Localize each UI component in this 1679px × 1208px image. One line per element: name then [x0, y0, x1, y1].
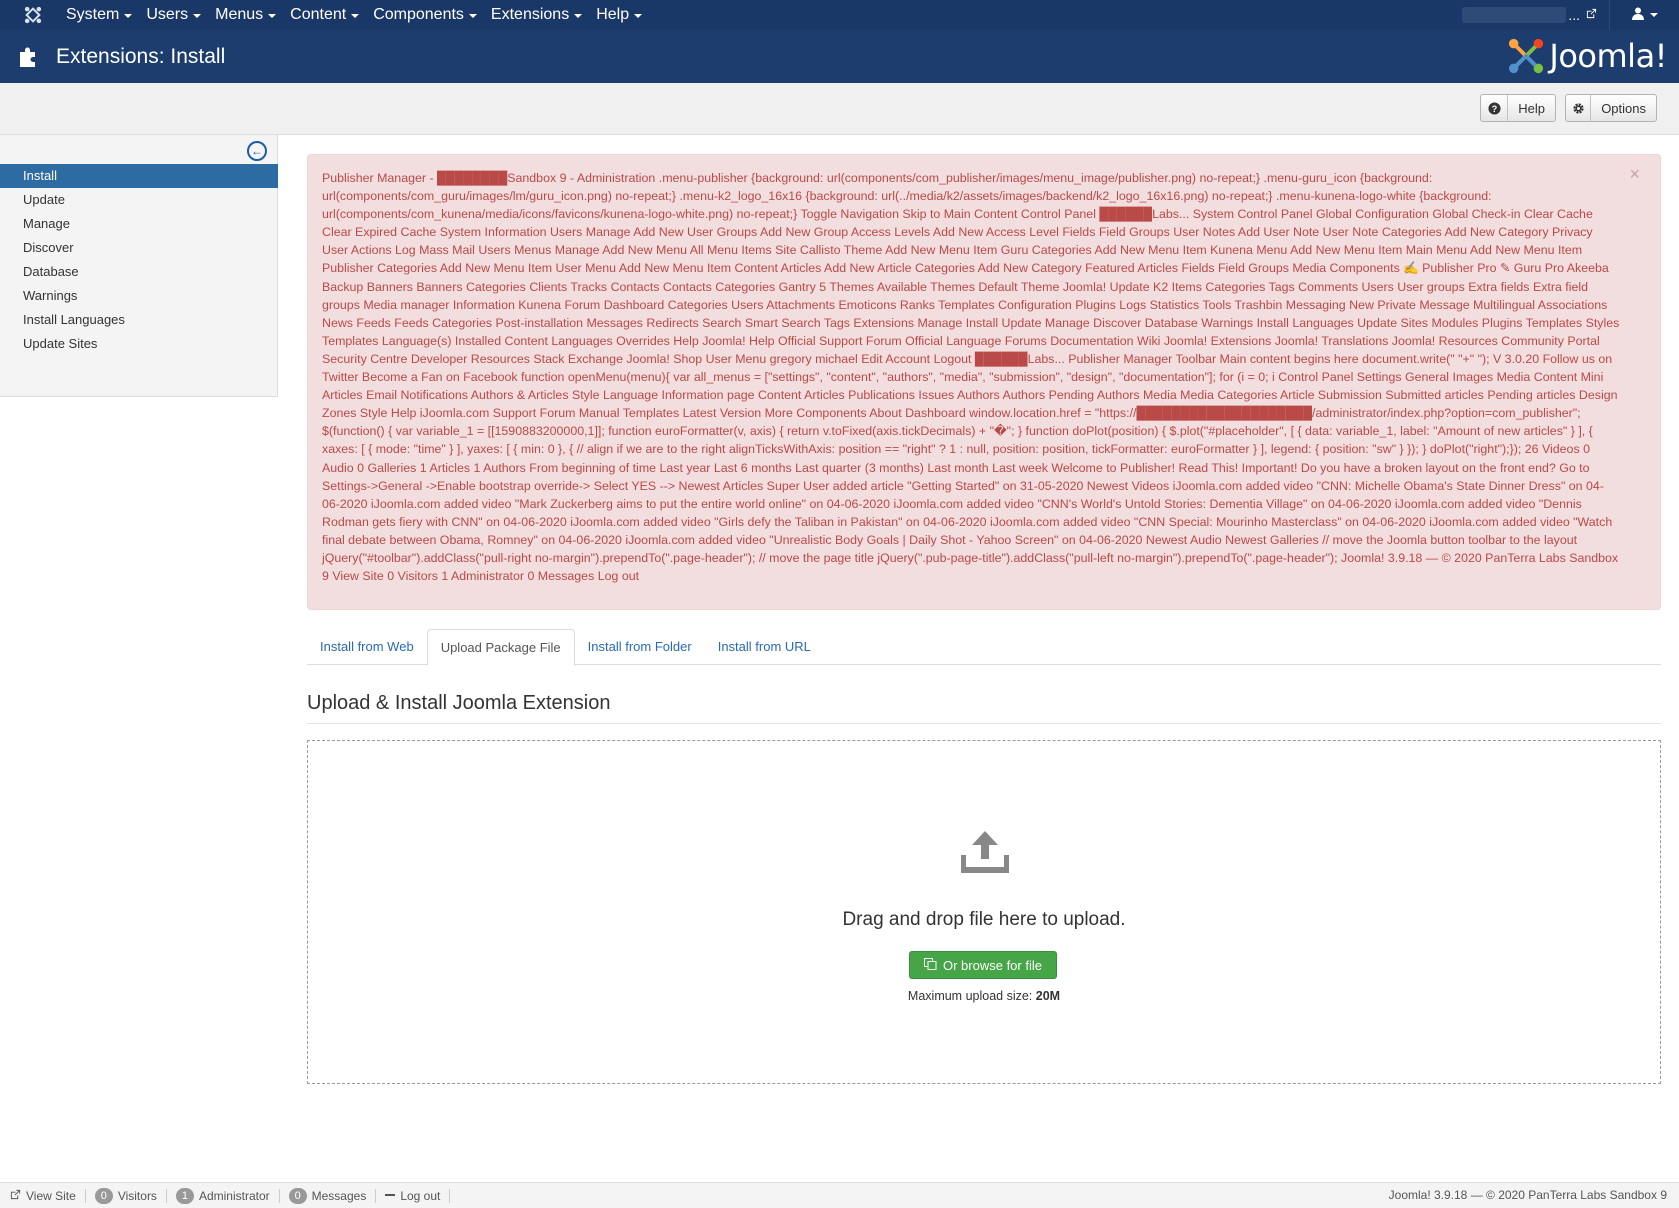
menu-label: Components — [373, 6, 464, 23]
tab-install-from-url[interactable]: Install from URL — [705, 629, 824, 665]
joomla-brand-icon — [1509, 38, 1544, 74]
max-upload-label: Maximum upload size: — [907, 989, 1036, 1003]
drag-drop-text: Drag and drop file here to upload. — [842, 909, 1126, 930]
menu-system[interactable]: System — [66, 0, 146, 30]
menu-label: Help — [596, 6, 630, 23]
collapse-sidebar-icon[interactable]: ← — [247, 141, 267, 161]
browse-file-button[interactable]: Or browse for file — [909, 951, 1057, 979]
logout-label: Log out — [400, 1188, 441, 1203]
minus-icon — [385, 1189, 396, 1203]
site-link[interactable]: ... — [1462, 0, 1609, 30]
joomla-logo-icon[interactable] — [0, 0, 66, 30]
menu-label: Menus — [215, 6, 264, 23]
menu-content[interactable]: Content — [290, 0, 373, 30]
sidebar-item-install-languages[interactable]: Install Languages — [0, 308, 278, 332]
options-button[interactable]: Options — [1565, 94, 1657, 122]
footer-copyright: Joomla! 3.9.18 — © 2020 PanTerra Labs Sa… — [1388, 1188, 1667, 1202]
sidebar-item-warnings[interactable]: Warnings — [0, 284, 278, 308]
close-icon[interactable]: × — [1629, 165, 1640, 183]
user-icon — [1631, 7, 1644, 23]
logout-link[interactable]: Log out — [376, 1188, 451, 1203]
question-icon: ? — [1481, 95, 1509, 121]
caret-down-icon — [351, 14, 360, 18]
sidebar: ← Install Update Manage Discover Databas… — [0, 135, 278, 397]
tab-upload-package-file[interactable]: Upload Package File — [426, 629, 575, 666]
administrator-status[interactable]: 1 Administrator — [167, 1187, 280, 1204]
menu-label: Extensions — [490, 6, 570, 23]
top-navbar: System Users Menus Content Components Ex… — [0, 0, 1679, 30]
joomla-brand-logo: Joomla! — [1507, 36, 1667, 76]
admin-badge: 1 — [175, 1187, 194, 1204]
gear-icon — [1566, 95, 1592, 121]
menu-components[interactable]: Components — [373, 0, 491, 30]
external-link-icon — [10, 1189, 21, 1203]
visitors-label: Visitors — [117, 1188, 157, 1203]
max-upload-value: 20M — [1035, 989, 1061, 1003]
max-upload-size: Maximum upload size: 20M — [308, 989, 1660, 1003]
menu-menus[interactable]: Menus — [215, 0, 290, 30]
puzzle-icon — [0, 30, 56, 83]
status-bar: View Site 0 Visitors 1 Administrator 0 M… — [0, 1182, 1679, 1208]
copy-icon — [924, 957, 937, 973]
caret-down-icon — [634, 14, 643, 18]
install-tabs: Install from Web Upload Package File Ins… — [307, 629, 1661, 666]
visitors-status[interactable]: 0 Visitors — [86, 1187, 167, 1204]
user-menu[interactable] — [1609, 0, 1679, 30]
caret-down-icon — [268, 14, 277, 18]
svg-text:?: ? — [1491, 103, 1497, 113]
view-site-label: View Site — [26, 1188, 76, 1203]
site-label: ... — [1568, 7, 1580, 23]
tab-install-from-web[interactable]: Install from Web — [307, 629, 427, 665]
sidebar-item-discover[interactable]: Discover — [0, 236, 278, 260]
menu-extensions[interactable]: Extensions — [491, 0, 596, 30]
nav-right: ... — [1462, 0, 1679, 30]
brand-wordmark: Joomla! — [1549, 37, 1667, 75]
main-menu: System Users Menus Content Components Ex… — [66, 0, 656, 30]
tab-install-from-folder[interactable]: Install from Folder — [575, 629, 705, 665]
upload-dropzone[interactable]: Drag and drop file here to upload. Or br… — [307, 740, 1661, 1084]
caret-down-icon — [468, 14, 477, 18]
help-label: Help — [1518, 100, 1545, 116]
help-button[interactable]: ? Help — [1480, 94, 1556, 122]
visitors-badge: 0 — [94, 1187, 113, 1204]
sidebar-item-update[interactable]: Update — [0, 188, 278, 212]
alert-text: Publisher Manager - ████████Sandbox 9 - … — [322, 171, 1620, 584]
messages-status[interactable]: 0 Messages — [280, 1187, 377, 1204]
toolbar: ? Help Options — [0, 83, 1679, 135]
sidebar-list: Install Update Manage Discover Database … — [0, 164, 278, 356]
caret-down-icon — [124, 14, 133, 18]
menu-label: Content — [290, 6, 347, 23]
options-label: Options — [1601, 100, 1646, 116]
messages-badge: 0 — [288, 1187, 307, 1204]
menu-help[interactable]: Help — [596, 0, 656, 30]
upload-icon — [958, 829, 1012, 875]
sidebar-item-database[interactable]: Database — [0, 260, 278, 284]
redacted-site-name — [1462, 7, 1567, 23]
menu-label: System — [66, 6, 120, 23]
sidebar-item-update-sites[interactable]: Update Sites — [0, 332, 278, 356]
messages-label: Messages — [311, 1188, 367, 1203]
caret-down-icon — [193, 14, 202, 18]
caret-down-icon — [1649, 13, 1658, 17]
error-alert: × Publisher Manager - ████████Sandbox 9 … — [307, 154, 1661, 610]
admin-label: Administrator — [198, 1188, 270, 1203]
menu-label: Users — [146, 6, 189, 23]
view-site-link[interactable]: View Site — [0, 1188, 86, 1203]
page-header: Extensions: Install Joomla! — [0, 30, 1679, 83]
sidebar-item-install[interactable]: Install — [0, 164, 278, 188]
browse-label: Or browse for file — [943, 957, 1042, 973]
caret-down-icon — [574, 14, 583, 18]
menu-users[interactable]: Users — [146, 0, 215, 30]
sidebar-item-manage[interactable]: Manage — [0, 212, 278, 236]
external-link-icon — [1586, 8, 1597, 22]
section-title: Upload & Install Joomla Extension — [307, 692, 1661, 724]
page-title: Extensions: Install — [56, 44, 226, 68]
